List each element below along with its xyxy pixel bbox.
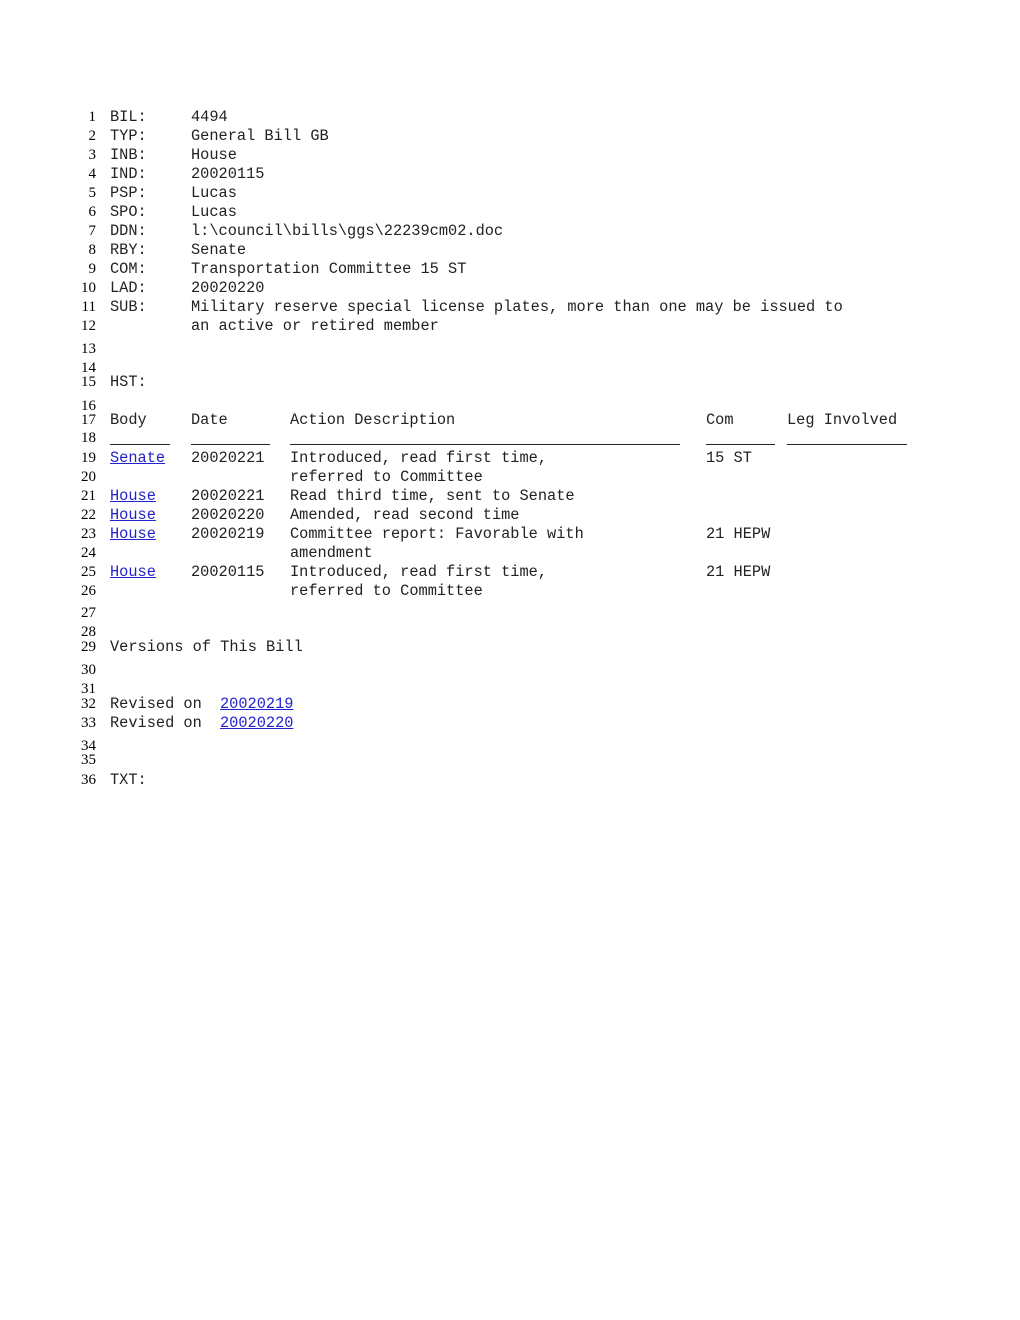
field-label: LAD: [110, 279, 147, 297]
row-com: 21 HEPW [706, 563, 771, 581]
field-value: House [191, 146, 237, 164]
row-date: 20020221 [191, 449, 265, 467]
text-section-label: TXT: [110, 771, 147, 789]
version-prefix: Revised on [110, 695, 202, 713]
header-body: Body [110, 411, 147, 429]
field-label: SPO: [110, 203, 147, 221]
line-number: 9 [88, 261, 97, 277]
line-number: 2 [88, 128, 97, 144]
row-action: referred to Committee [290, 582, 483, 600]
row-com: 21 HEPW [706, 525, 771, 543]
body-link[interactable]: House [110, 525, 156, 544]
row-date: 20020115 [191, 563, 265, 581]
field-label: COM: [110, 260, 147, 278]
history-label: HST: [110, 373, 147, 391]
field-value: 20020220 [191, 279, 265, 297]
body-link[interactable]: House [110, 506, 156, 525]
line-number: 23 [81, 526, 96, 542]
body-link[interactable]: House [110, 487, 156, 506]
line-number: 25 [81, 564, 96, 580]
row-date: 20020219 [191, 525, 265, 543]
field-label: INB: [110, 146, 147, 164]
field-value: Military reserve special license plates,… [191, 298, 843, 316]
header-leg: Leg Involved [787, 411, 898, 429]
field-value: 20020115 [191, 165, 265, 183]
line-number: 5 [88, 185, 97, 201]
versions-title: Versions of This Bill [110, 638, 303, 656]
line-number: 29 [81, 639, 96, 655]
field-value: Lucas [191, 203, 237, 221]
line-number: 11 [81, 299, 96, 315]
rule-date [191, 444, 270, 445]
body-link[interactable]: House [110, 563, 156, 582]
line-number: 33 [81, 715, 96, 731]
field-label: IND: [110, 165, 147, 183]
field-value: l:\council\bills\ggs\22239cm02.doc [191, 222, 504, 240]
line-number: 22 [81, 507, 96, 523]
line-number: 27 [81, 605, 96, 621]
line-number: 36 [81, 772, 96, 788]
version-link[interactable]: 20020220 [220, 714, 293, 733]
field-value: Senate [191, 241, 247, 259]
line-number: 30 [81, 662, 96, 678]
field-label: RBY: [110, 241, 147, 259]
field-sub-continued: an active or retired member [110, 317, 439, 374]
field-label: DDN: [110, 222, 147, 240]
field-label: BIL: [110, 108, 147, 126]
line-number: 3 [88, 147, 97, 163]
line-number: 12 [81, 318, 96, 334]
line-number: 6 [88, 204, 97, 220]
line-number: 1 [88, 109, 97, 125]
history-header-rules [110, 429, 910, 448]
line-number: 17 [81, 412, 96, 428]
line-number: 21 [81, 488, 96, 504]
row-action: Introduced, read first time, [290, 449, 548, 467]
field-value: Transportation Committee 15 ST [191, 260, 467, 278]
row-action: Committee report: Favorable with [290, 525, 584, 543]
line-number: 35 [81, 752, 96, 768]
line-number: 19 [81, 450, 96, 466]
line-number: 32 [81, 696, 96, 712]
row-date: 20020221 [191, 487, 265, 505]
header-action: Action Description [290, 411, 456, 429]
field-value: General Bill GB [191, 127, 329, 145]
field-value: 4494 [191, 108, 228, 126]
rule-com [706, 444, 775, 445]
field-label: SUB: [110, 298, 147, 316]
field-value: an active or retired member [191, 317, 439, 335]
line-number: 26 [81, 583, 96, 599]
line-number: 18 [81, 430, 96, 446]
rule-action [290, 444, 680, 445]
body-link[interactable]: Senate [110, 449, 165, 468]
row-action: Read third time, sent to Senate [290, 487, 575, 505]
row-date: 20020220 [191, 506, 265, 524]
header-date: Date [191, 411, 228, 429]
line-number: 13 [81, 341, 96, 357]
field-value: Lucas [191, 184, 237, 202]
row-action: Amended, read second time [290, 506, 520, 524]
row-action: amendment [290, 544, 373, 562]
field-label: PSP: [110, 184, 147, 202]
field-label: TYP: [110, 127, 147, 145]
row-action: referred to Committee [290, 468, 483, 486]
row-action: Introduced, read first time, [290, 563, 548, 581]
line-number: 4 [88, 166, 97, 182]
rule-body [110, 444, 170, 445]
version-prefix: Revised on [110, 714, 202, 732]
line-number: 20 [81, 469, 96, 485]
row-com: 15 ST [706, 449, 752, 467]
line-number: 7 [88, 223, 97, 239]
version-link[interactable]: 20020219 [220, 695, 293, 714]
header-com: Com [706, 411, 734, 429]
line-number: 10 [81, 280, 96, 296]
line-number: 15 [81, 374, 96, 390]
rule-leg [787, 444, 907, 445]
line-number: 24 [81, 545, 96, 561]
line-number: 8 [88, 242, 97, 258]
history-row-continued: referred to Committee [110, 582, 483, 639]
